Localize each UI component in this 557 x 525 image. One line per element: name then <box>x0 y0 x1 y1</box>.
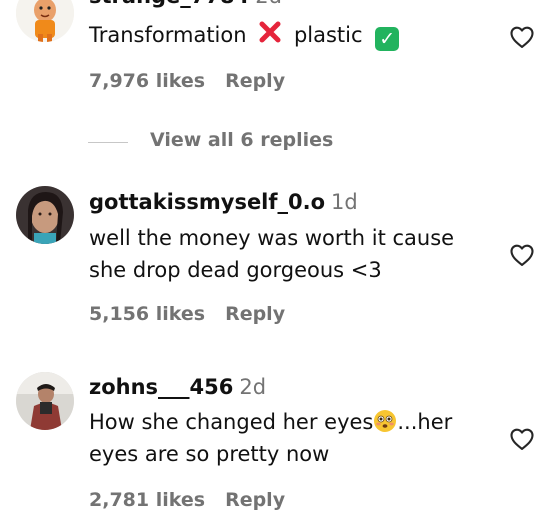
cross-mark-icon <box>259 21 281 43</box>
avatar[interactable] <box>16 372 74 430</box>
comment-text: Transformation plastic ✓ <box>89 19 489 51</box>
comment-header: gottakissmyself_0.o 1d <box>89 190 358 214</box>
comment-time: 2d <box>255 0 282 8</box>
divider-line <box>88 142 128 143</box>
reply-button[interactable]: Reply <box>225 70 285 92</box>
comment-header: strange_7784 2d <box>89 0 282 8</box>
comment-text-line: How she changed her eyes ...her <box>89 406 489 438</box>
reply-button[interactable]: Reply <box>225 303 285 325</box>
avatar[interactable] <box>16 0 74 42</box>
user-photo-avatar <box>16 186 74 244</box>
comment-header: zohns___456 2d <box>89 375 266 399</box>
view-replies-label: View all 6 replies <box>150 129 334 151</box>
user-photo-avatar <box>16 372 74 430</box>
check-mark-icon: ✓ <box>375 27 400 51</box>
flushed-face-icon <box>373 409 397 433</box>
cartoon-avatar-image <box>16 0 74 42</box>
comment-text: well the money was worth it cause she dr… <box>89 222 489 286</box>
likes-count[interactable]: 2,781 likes <box>89 489 205 511</box>
comment-text-line: she drop dead gorgeous <3 <box>89 258 382 282</box>
comment-text-part: How she changed her eyes <box>89 410 374 434</box>
reply-button[interactable]: Reply <box>225 489 285 511</box>
username[interactable]: strange_7784 <box>89 0 249 8</box>
likes-count[interactable]: 7,976 likes <box>89 70 205 92</box>
comment-text-line: well the money was worth it cause <box>89 226 455 250</box>
avatar[interactable] <box>16 186 74 244</box>
comment-text: How she changed her eyes ...her eyes are … <box>89 406 489 470</box>
comment-text-part: plastic <box>293 23 363 47</box>
like-heart-icon[interactable] <box>508 241 536 269</box>
comment-meta: 5,156 likes Reply <box>89 303 285 325</box>
comment-meta: 7,976 likes Reply <box>89 70 285 92</box>
comment-time: 1d <box>331 190 358 214</box>
comment-text-line: eyes are so pretty now <box>89 442 330 466</box>
comment-text-part: ...her <box>397 410 453 434</box>
username[interactable]: zohns___456 <box>89 375 233 399</box>
comment-meta: 2,781 likes Reply <box>89 489 285 511</box>
like-heart-icon[interactable] <box>508 23 536 51</box>
likes-count[interactable]: 5,156 likes <box>89 303 205 325</box>
like-heart-icon[interactable] <box>508 425 536 453</box>
comment-text-part: Transformation <box>89 23 247 47</box>
comment-time: 2d <box>239 375 267 399</box>
username[interactable]: gottakissmyself_0.o <box>89 190 325 214</box>
